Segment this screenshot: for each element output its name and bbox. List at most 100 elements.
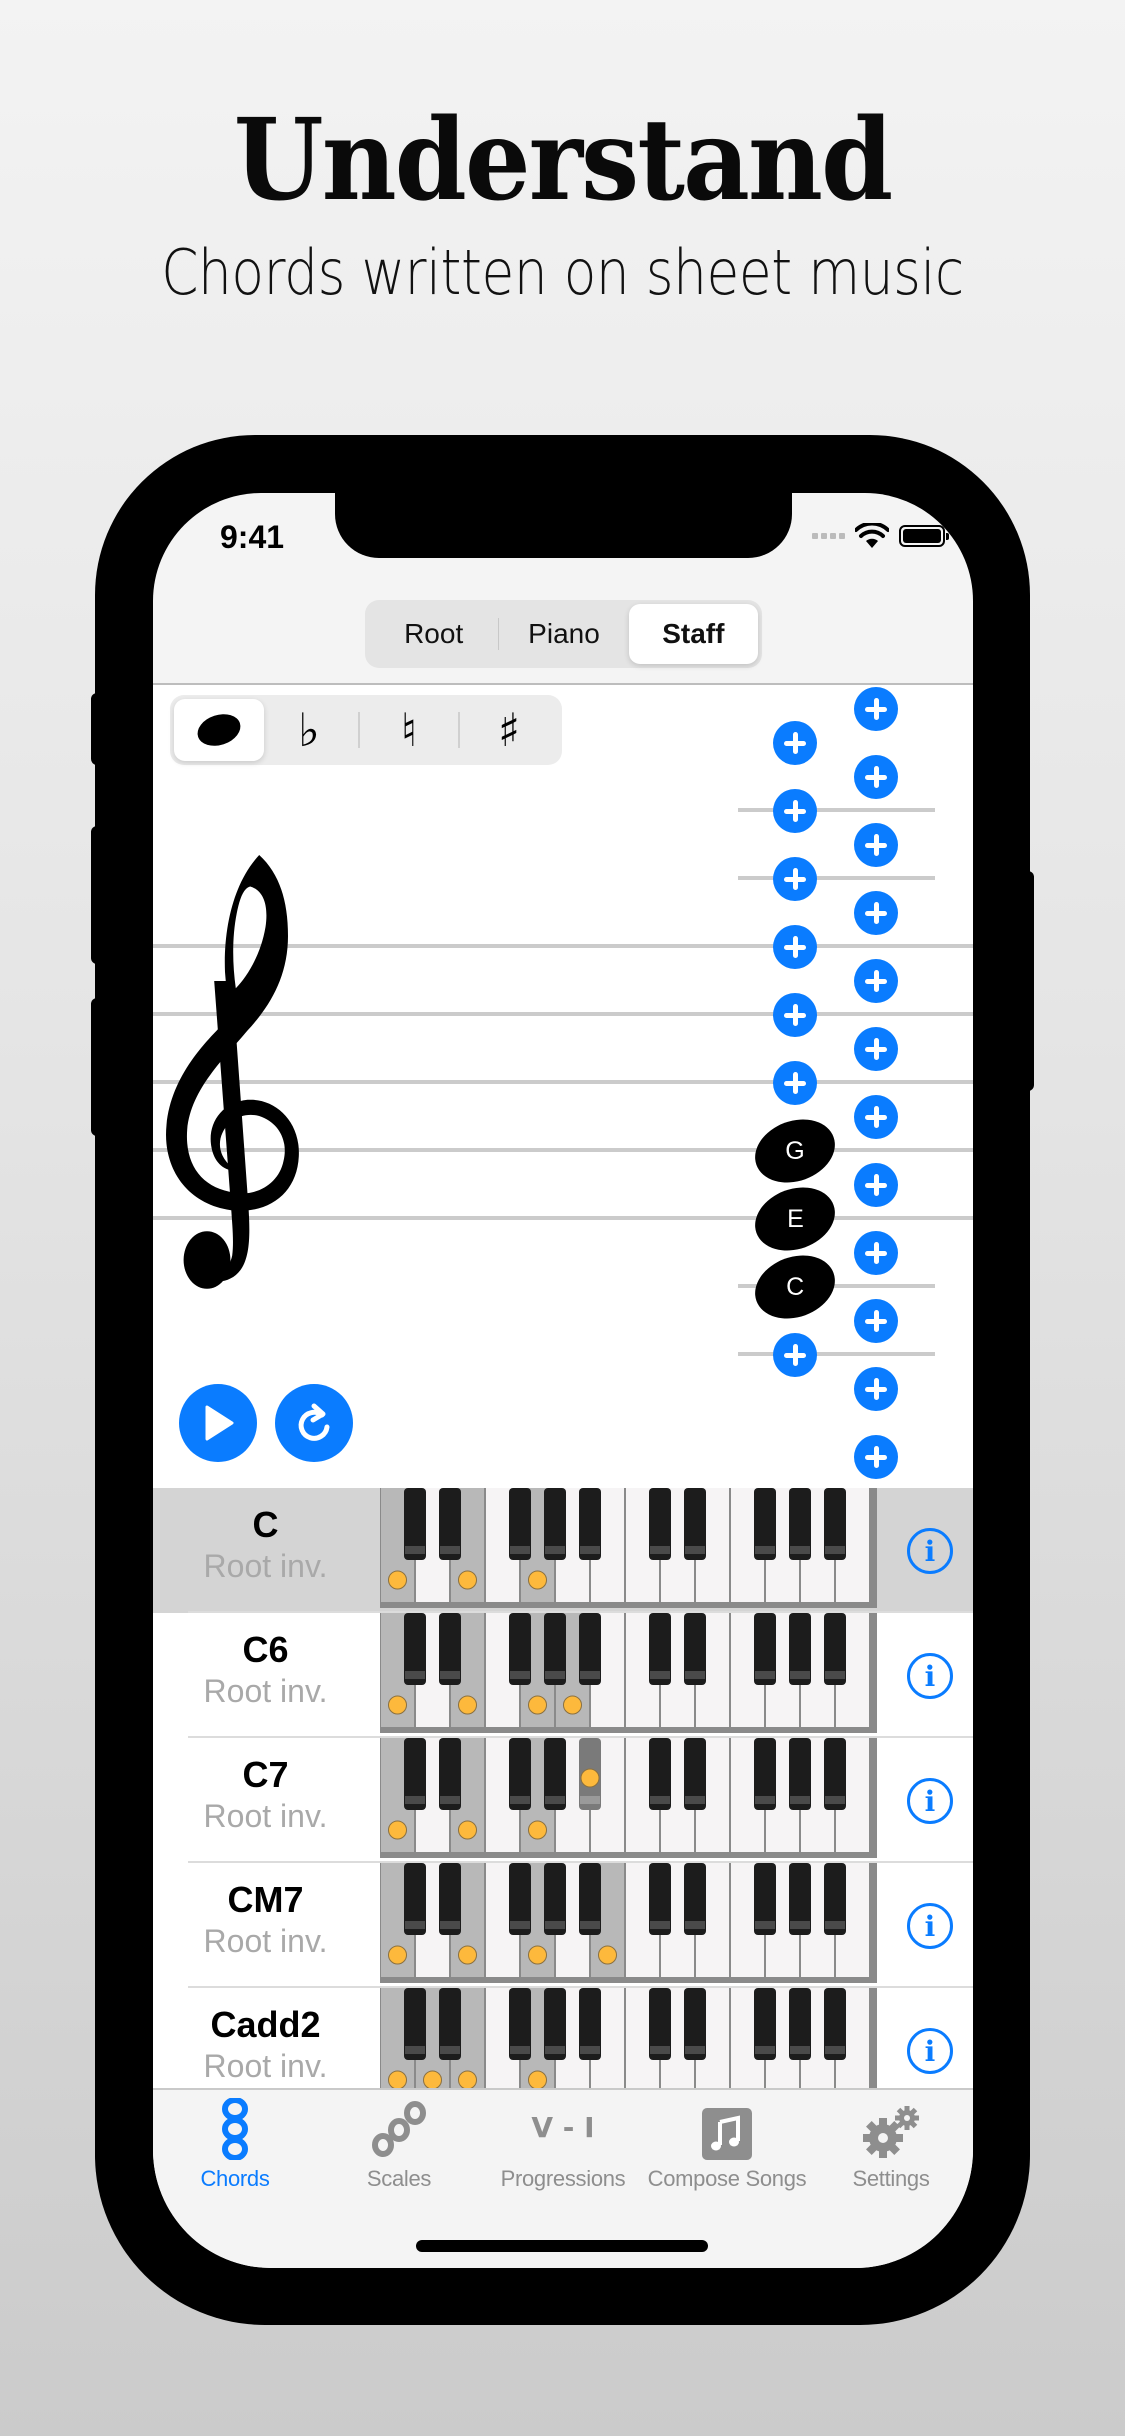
segment-piano[interactable]: Piano [499,604,628,664]
piano-black-key[interactable] [684,1488,706,1560]
add-note-button[interactable] [854,755,898,799]
chord-inversion: Root inv. [203,2048,328,2084]
chord-info-button[interactable]: i [907,1528,953,1574]
chord-row[interactable]: C Root inv. i [153,1488,973,1613]
tab-chords[interactable]: Chords [153,2090,317,2200]
piano-black-key[interactable] [509,1613,531,1685]
piano-black-key[interactable] [509,1738,531,1810]
tab-progressions[interactable]: V - I Progressions [481,2090,645,2200]
piano-black-key[interactable] [754,1988,776,2060]
piano-black-key[interactable] [509,1863,531,1935]
tab-compose-songs[interactable]: Compose Songs [645,2090,809,2200]
piano-black-key[interactable] [824,1488,846,1560]
add-note-button[interactable] [854,823,898,867]
add-note-button[interactable] [773,1061,817,1105]
note-tool-button[interactable] [174,699,264,761]
piano-black-key[interactable] [789,1488,811,1560]
piano-black-key[interactable] [544,1988,566,2060]
piano-black-key[interactable] [544,1863,566,1935]
add-note-button[interactable] [854,1231,898,1275]
piano-black-key[interactable] [404,1613,426,1685]
piano-black-key[interactable] [684,1988,706,2060]
piano-black-key[interactable] [789,1738,811,1810]
add-note-button[interactable] [773,789,817,833]
piano-black-key[interactable] [684,1863,706,1935]
piano-black-key[interactable] [754,1738,776,1810]
chord-row[interactable]: C6 Root inv. i [153,1613,973,1738]
flat-tool-button[interactable]: ♭ [264,699,354,761]
piano-black-key[interactable] [404,1738,426,1810]
piano-black-key[interactable] [684,1738,706,1810]
piano-black-key[interactable] [439,1488,461,1560]
tab-settings[interactable]: Settings [809,2090,973,2200]
add-note-button[interactable] [773,1333,817,1377]
piano-black-key[interactable] [789,1613,811,1685]
promo-headline: Understand [233,95,893,226]
piano-black-key[interactable] [824,1738,846,1810]
segment-root[interactable]: Root [369,604,498,664]
piano-black-key[interactable] [579,1488,601,1560]
play-button[interactable] [179,1384,257,1462]
natural-tool-button[interactable]: ♮ [364,699,454,761]
piano-keyboard[interactable] [380,1988,877,2088]
chord-info-button[interactable]: i [907,1903,953,1949]
app-screen: 9:41 Root Piano Staff ♭ ♮ ♯ G E C C Root… [153,493,973,2268]
chord-info-button[interactable]: i [907,2028,953,2074]
piano-black-key[interactable] [824,1863,846,1935]
add-note-button[interactable] [854,959,898,1003]
chord-row[interactable]: Cadd2 Root inv. i [153,1988,973,2088]
piano-black-key[interactable] [649,1613,671,1685]
chord-row[interactable]: C7 Root inv. i [153,1738,973,1863]
piano-black-key[interactable] [824,1613,846,1685]
piano-black-key[interactable] [754,1613,776,1685]
piano-black-key[interactable] [439,1863,461,1935]
tab-scales[interactable]: Scales [317,2090,481,2200]
add-note-button[interactable] [773,857,817,901]
piano-black-key[interactable] [754,1863,776,1935]
piano-black-key[interactable] [439,1613,461,1685]
piano-black-key[interactable] [579,1863,601,1935]
add-note-button[interactable] [854,1027,898,1071]
piano-black-key[interactable] [789,1988,811,2060]
segment-staff[interactable]: Staff [628,604,758,664]
piano-keyboard[interactable] [380,1738,877,1858]
piano-black-key[interactable] [544,1488,566,1560]
add-note-button[interactable] [773,993,817,1037]
add-note-button[interactable] [854,1095,898,1139]
piano-black-key[interactable] [649,1488,671,1560]
piano-black-key[interactable] [509,1988,531,2060]
piano-black-key[interactable] [579,1613,601,1685]
piano-black-key[interactable] [544,1613,566,1685]
piano-keyboard[interactable] [380,1613,877,1733]
piano-black-key[interactable] [404,1488,426,1560]
piano-black-key[interactable] [649,1863,671,1935]
add-note-button[interactable] [773,925,817,969]
piano-black-key[interactable] [824,1988,846,2060]
piano-keyboard[interactable] [380,1863,877,1983]
sharp-tool-button[interactable]: ♯ [464,699,554,761]
piano-black-key[interactable] [684,1613,706,1685]
piano-black-key[interactable] [579,1988,601,2060]
repeat-button[interactable] [275,1384,353,1462]
piano-black-key[interactable] [754,1488,776,1560]
add-note-button[interactable] [854,1163,898,1207]
add-note-button[interactable] [854,1299,898,1343]
chord-row[interactable]: CM7 Root inv. i [153,1863,973,1988]
chord-info-button[interactable]: i [907,1778,953,1824]
add-note-button[interactable] [854,687,898,731]
piano-black-key[interactable] [404,1863,426,1935]
piano-black-key[interactable] [544,1738,566,1810]
add-note-button[interactable] [854,1367,898,1411]
piano-keyboard[interactable] [380,1488,877,1608]
piano-black-key[interactable] [439,1988,461,2060]
piano-black-key[interactable] [649,1988,671,2060]
chord-info-button[interactable]: i [907,1653,953,1699]
add-note-button[interactable] [773,721,817,765]
piano-black-key[interactable] [789,1863,811,1935]
piano-black-key[interactable] [649,1738,671,1810]
add-note-button[interactable] [854,1435,898,1479]
piano-black-key[interactable] [404,1988,426,2060]
piano-black-key[interactable] [439,1738,461,1810]
add-note-button[interactable] [854,891,898,935]
piano-black-key[interactable] [509,1488,531,1560]
